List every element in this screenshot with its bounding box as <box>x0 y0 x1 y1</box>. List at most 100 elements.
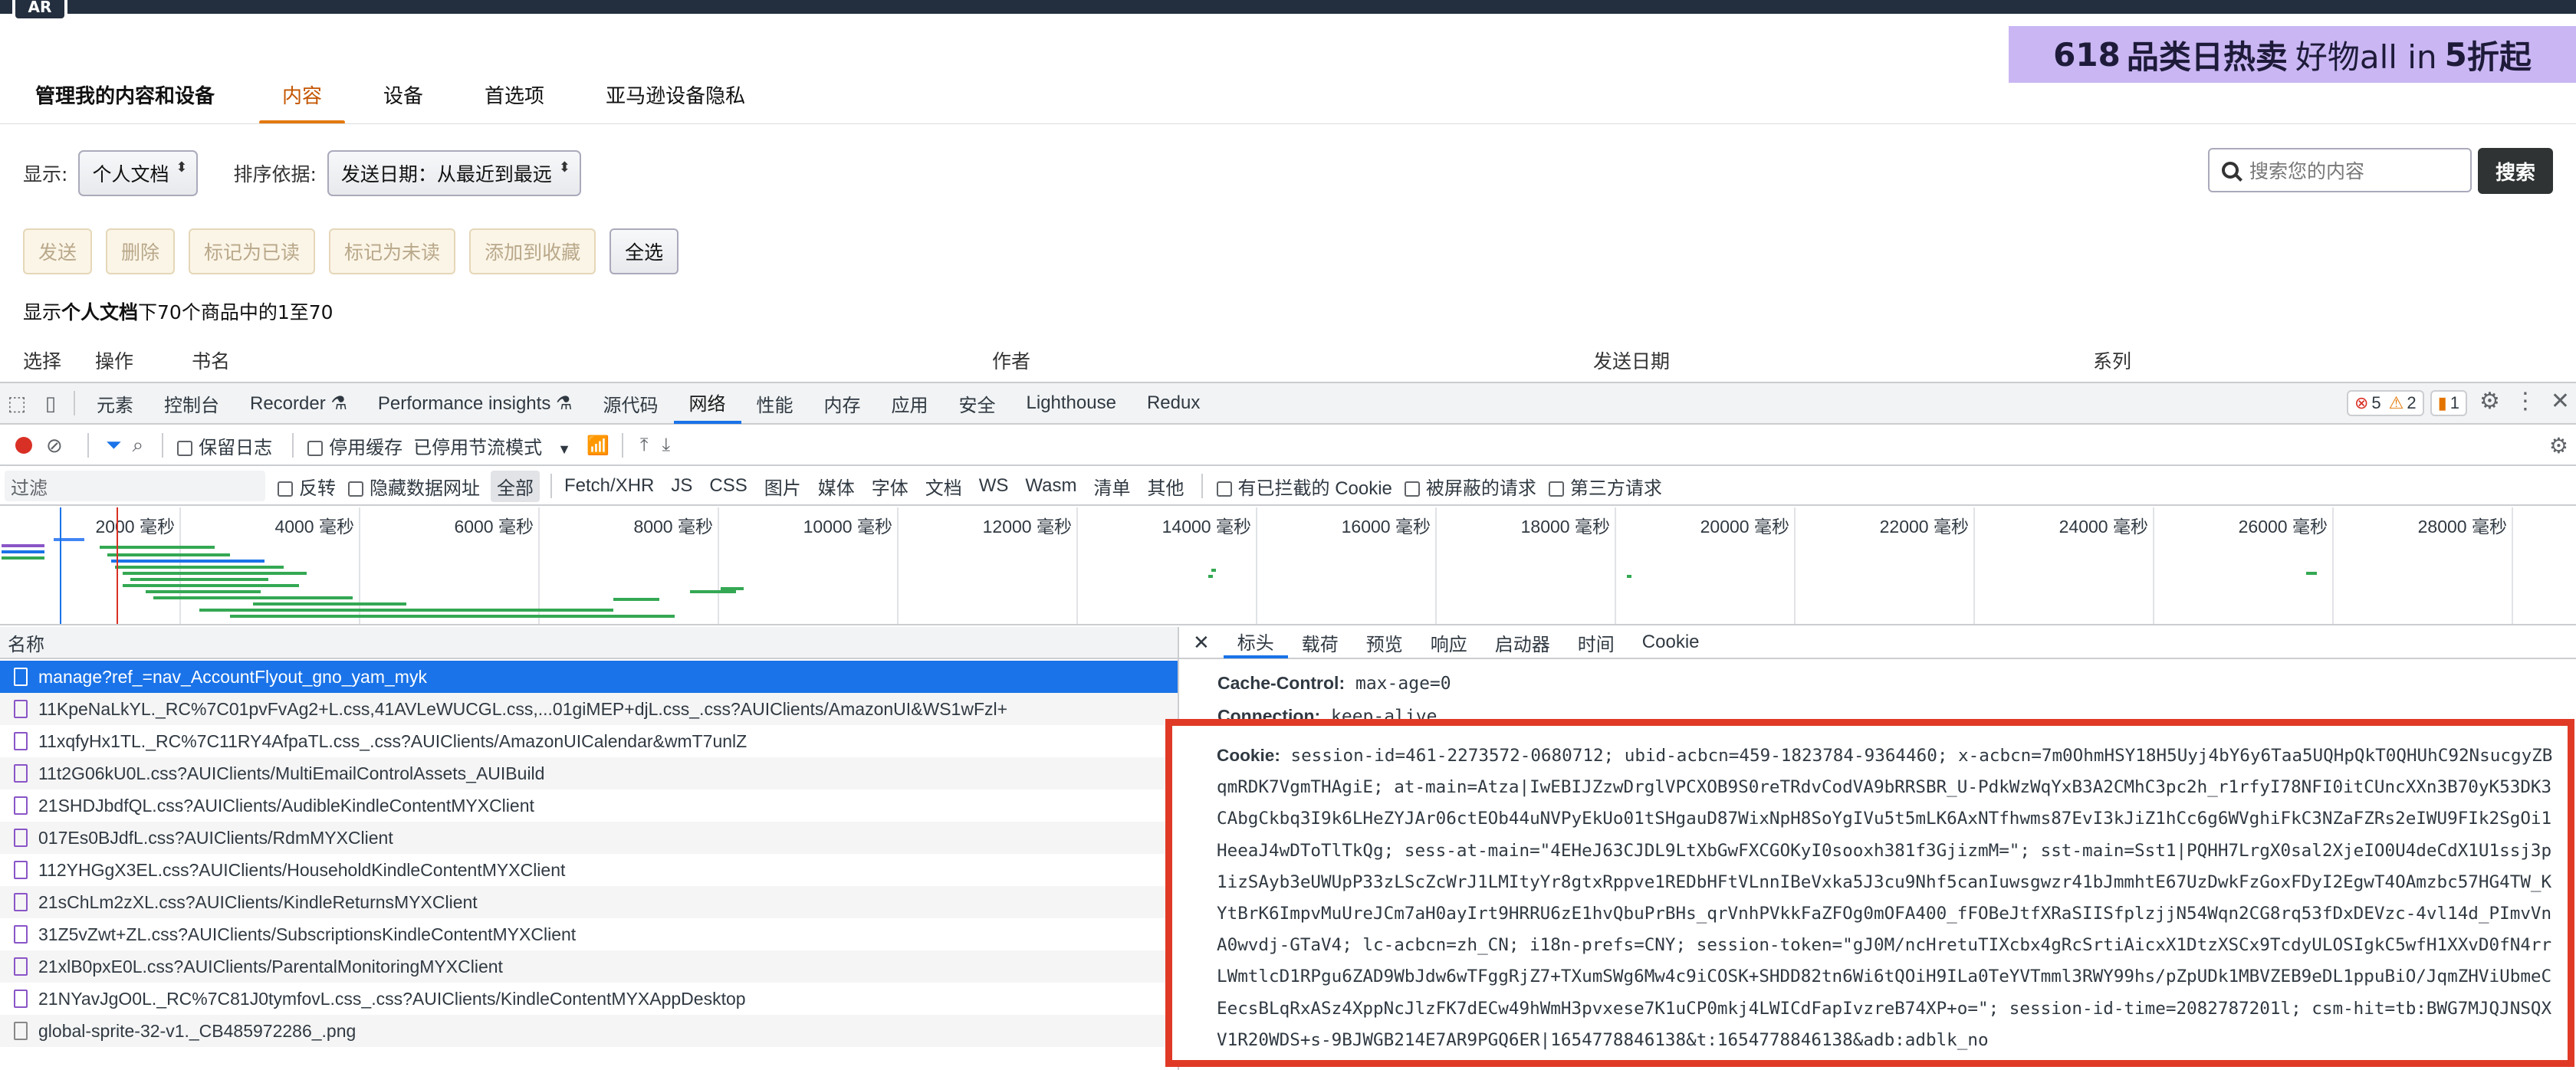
tab-cookies[interactable]: Cookie <box>1628 626 1714 658</box>
tab-memory[interactable]: 内存 <box>809 382 876 424</box>
tab-performance-insights[interactable]: Performance insights ⚗ <box>363 382 588 424</box>
tab-preferences[interactable]: 首选项 <box>454 80 575 124</box>
tab-timing[interactable]: 时间 <box>1564 626 1628 658</box>
tab-preview[interactable]: 预览 <box>1352 626 1417 658</box>
close-detail-icon[interactable]: ✕ <box>1179 626 1224 658</box>
tab-lighthouse[interactable]: Lighthouse <box>1011 382 1132 424</box>
add-to-collection-button[interactable]: 添加到收藏 <box>469 228 596 274</box>
type-filter-js[interactable]: JS <box>665 473 698 499</box>
more-options-icon[interactable]: ⋮ <box>2514 388 2537 415</box>
type-filter-fetch-xhr[interactable]: Fetch/XHR <box>558 473 660 499</box>
tab-content[interactable]: 内容 <box>251 80 353 124</box>
tab-sources[interactable]: 源代码 <box>588 382 674 424</box>
col-series[interactable]: 系列 <box>2093 346 2131 374</box>
filter-input[interactable]: 过滤 <box>5 471 265 501</box>
type-filter-css[interactable]: CSS <box>703 473 753 499</box>
stylesheet-icon <box>14 893 28 911</box>
tab-privacy[interactable]: 亚马逊设备隐私 <box>575 80 776 124</box>
tab-redux[interactable]: Redux <box>1132 382 1215 424</box>
settings-gear-icon[interactable]: ⚙ <box>2479 388 2500 415</box>
type-filter-wasm[interactable]: Wasm <box>1019 473 1083 499</box>
mark-read-button[interactable]: 标记为已读 <box>189 228 316 274</box>
device-toggle-icon[interactable]: ▯ <box>34 386 67 420</box>
request-row[interactable]: 112YHGgX3EL.css?AUIClients/HouseholdKind… <box>0 854 1178 886</box>
invert-label: 反转 <box>299 478 336 499</box>
issues-badge[interactable]: ▮ 1 <box>2430 390 2467 416</box>
type-filter-doc[interactable]: 文档 <box>919 471 968 502</box>
request-row[interactable]: 31Z5vZwt+ZL.css?AUIClients/Subscriptions… <box>0 918 1178 950</box>
error-count-badge[interactable]: ⊗ 5 ⚠ 2 <box>2346 390 2424 416</box>
request-row[interactable]: 11t2G06kU0L.css?AUIClients/MultiEmailCon… <box>0 757 1178 789</box>
sort-select[interactable]: 发送日期：从最近到最远 <box>327 150 581 196</box>
invert-checkbox[interactable]: 反转 <box>278 473 336 500</box>
request-row[interactable]: 21NYavJgO0L._RC%7C81J0tymfovL.css_.css?A… <box>0 983 1178 1015</box>
type-filter-img[interactable]: 图片 <box>758 471 807 502</box>
network-settings-gear-icon[interactable]: ⚙ <box>2549 433 2568 458</box>
blocked-requests-checkbox[interactable]: 被屏蔽的请求 <box>1404 473 1536 500</box>
tab-console[interactable]: 控制台 <box>149 382 235 424</box>
col-author[interactable]: 作者 <box>992 346 1030 374</box>
header-line[interactable]: Cache-Control: max-age=0 <box>1217 667 1451 700</box>
tab-headers[interactable]: 标头 <box>1223 626 1288 658</box>
request-row[interactable]: global-sprite-32-v1._CB485972286_.png <box>0 1015 1178 1047</box>
issue-badges[interactable]: ⊗ 5 ⚠ 2 ▮ 1 <box>2346 390 2467 416</box>
tab-payload[interactable]: 载荷 <box>1288 626 1352 658</box>
request-row[interactable]: 017Es0BJdfL.css?AUIClients/RdmMYXClient <box>0 822 1178 854</box>
record-icon[interactable] <box>15 437 32 454</box>
type-filter-ws[interactable]: WS <box>973 473 1015 499</box>
amazon-logo[interactable]: AR <box>12 0 67 21</box>
select-all-button[interactable]: 全选 <box>610 228 679 274</box>
tab-initiator[interactable]: 启动器 <box>1481 626 1564 658</box>
stylesheet-icon <box>14 829 28 847</box>
tab-recorder[interactable]: Recorder ⚗ <box>235 382 363 424</box>
preserve-log-checkbox[interactable]: 保留日志 <box>177 432 272 459</box>
col-date[interactable]: 发送日期 <box>1593 346 1670 374</box>
request-row[interactable]: 21xlB0pxE0L.css?AUIClients/ParentalMonit… <box>0 950 1178 983</box>
timeline-request-bar <box>2 550 44 553</box>
request-row[interactable]: 21sChLm2zXL.css?AUIClients/KindleReturns… <box>0 886 1178 918</box>
show-select[interactable]: 个人文档 <box>78 150 199 196</box>
hide-data-urls-checkbox[interactable]: 隐藏数据网址 <box>348 473 480 500</box>
import-har-icon[interactable]: ⤒ <box>640 435 649 456</box>
type-filter-all[interactable]: 全部 <box>491 470 540 502</box>
search-button[interactable]: 搜索 <box>2478 148 2553 194</box>
tab-security[interactable]: 安全 <box>944 382 1011 424</box>
document-icon <box>14 668 28 686</box>
request-row[interactable]: 21SHDJbdfQL.css?AUIClients/AudibleKindle… <box>0 789 1178 822</box>
network-overview-timeline[interactable]: 2000 毫秒 4000 毫秒 6000 毫秒 8000 毫秒 10000 毫秒 1200… <box>0 507 2576 625</box>
timeline-tick-label: 16000 毫秒 <box>1341 517 1431 537</box>
delete-button[interactable]: 删除 <box>106 228 176 274</box>
cookie-header-line[interactable]: Cookie: session-id=461-2273572-0680712; … <box>1217 740 2561 1056</box>
third-party-checkbox[interactable]: 第三方请求 <box>1548 473 1662 500</box>
request-row[interactable]: 11KpeNaLkYL._RC%7C01pvFvAg2+L.css,41AVLe… <box>0 693 1178 725</box>
filter-funnel-icon[interactable]: ⏷ <box>106 433 122 458</box>
search-input[interactable]: 搜索您的内容 <box>2208 148 2472 192</box>
col-title[interactable]: 书名 <box>192 346 230 374</box>
send-button[interactable]: 发送 <box>23 228 93 274</box>
search-icon[interactable]: ⌕ <box>133 433 144 458</box>
tab-devices[interactable]: 设备 <box>353 80 454 124</box>
network-conditions-icon[interactable]: 📶 <box>586 435 610 457</box>
disable-cache-checkbox[interactable]: 停用缓存 <box>307 432 402 459</box>
name-column-header[interactable]: 名称 <box>0 627 1178 659</box>
inspect-icon[interactable]: ⬚ <box>0 386 34 420</box>
type-filter-other[interactable]: 其他 <box>1142 471 1191 502</box>
mark-unread-button[interactable]: 标记为未读 <box>329 228 456 274</box>
promo-banner[interactable]: 618 品类日热卖 好物all in 5 折起 <box>2009 26 2576 83</box>
request-row[interactable]: 11xqfyHx1TL._RC%7C11RY4AfpaTL.css_.css?A… <box>0 725 1178 757</box>
chevron-down-icon: ▼ <box>557 441 571 457</box>
tab-application[interactable]: 应用 <box>876 382 944 424</box>
blocked-cookies-checkbox[interactable]: 有已拦截的 Cookie <box>1216 473 1392 500</box>
type-filter-media[interactable]: 媒体 <box>812 471 861 502</box>
type-filter-manifest[interactable]: 清单 <box>1088 471 1137 502</box>
request-row[interactable]: manage?ref_=nav_AccountFlyout_gno_yam_my… <box>0 661 1178 693</box>
tab-network[interactable]: 网络 <box>673 382 741 424</box>
tab-performance[interactable]: 性能 <box>741 382 809 424</box>
close-icon[interactable]: ✕ <box>2551 388 2570 415</box>
tab-response[interactable]: 响应 <box>1417 626 1481 658</box>
export-har-icon[interactable]: ⤓ <box>662 435 671 456</box>
type-filter-font[interactable]: 字体 <box>866 471 915 502</box>
tab-elements[interactable]: 元素 <box>81 382 149 424</box>
clear-icon[interactable]: ⊘ <box>46 434 63 458</box>
throttle-select[interactable]: 已停用节流模式 ▼ <box>413 432 571 459</box>
